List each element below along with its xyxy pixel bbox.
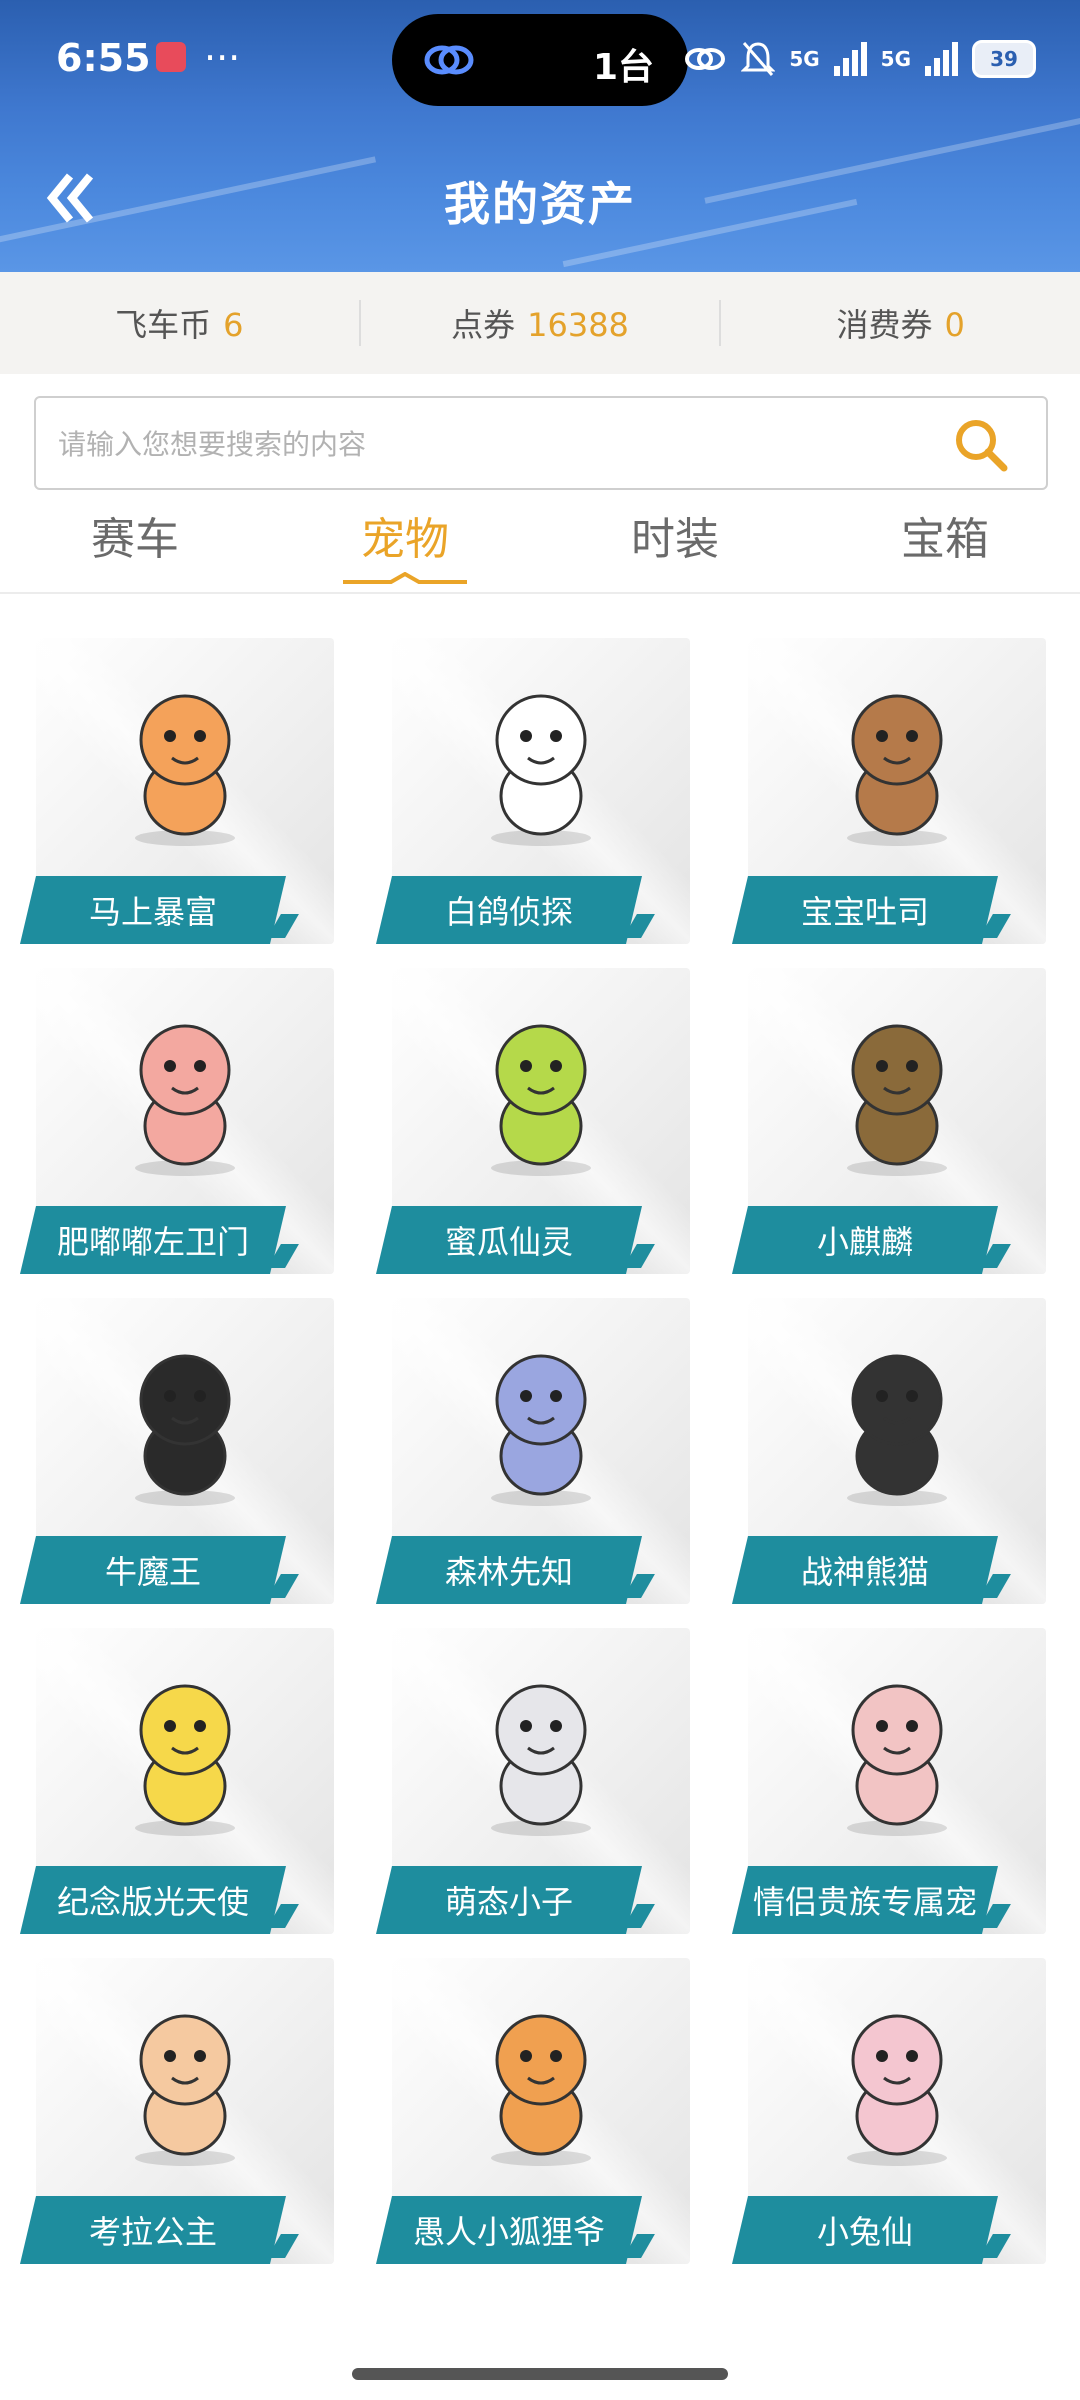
signal-bars-1-icon xyxy=(833,42,867,76)
notification-app-icon xyxy=(156,42,186,72)
qilin-icon xyxy=(847,1024,947,1176)
signal-bars-2-icon xyxy=(925,42,958,76)
tab-label: 赛车 xyxy=(91,514,179,565)
tab-pets[interactable]: 宠物 xyxy=(270,500,540,592)
network-type-2: 5G xyxy=(880,47,911,71)
pet-name-label: 情侣贵族专属宠 xyxy=(732,1866,998,1934)
currency-bar: 飞车币 6 点券 16388 消费券 0 xyxy=(0,272,1080,374)
bull-demon-icon xyxy=(135,1354,235,1506)
fox-icon xyxy=(491,2014,591,2166)
island-count: 1台 xyxy=(592,47,654,88)
more-notifications-icon: ··· xyxy=(204,36,241,80)
header: 6:55 ··· 1台 5G 5G 39 我的资产 xyxy=(0,0,1080,272)
pet-name-label: 牛魔王 xyxy=(20,1536,286,1604)
tab-label: 时装 xyxy=(631,514,719,565)
dynamic-island[interactable]: 1台 xyxy=(392,14,688,106)
currency-value: 0 xyxy=(944,306,965,344)
active-tab-indicator xyxy=(343,572,467,584)
pet-name-label: 小麒麟 xyxy=(732,1206,998,1274)
pet-name-label: 考拉公主 xyxy=(20,2196,286,2264)
home-indicator[interactable] xyxy=(352,2368,728,2380)
currency-label: 点券 xyxy=(451,306,516,344)
page-title: 我的资产 xyxy=(444,177,636,231)
currency-consume-coupon: 消费券 0 xyxy=(721,300,1080,346)
pet-name-label: 肥嘟嘟左卫门 xyxy=(20,1206,286,1274)
category-tabs: 赛车 宠物 时装 宝箱 xyxy=(0,500,1080,592)
tab-label: 宠物 xyxy=(361,514,449,565)
forest-cat-icon xyxy=(491,1354,591,1506)
tab-cars[interactable]: 赛车 xyxy=(0,500,270,592)
currency-label: 飞车币 xyxy=(115,306,212,344)
pet-name-label: 蜜瓜仙灵 xyxy=(376,1206,642,1274)
currency-label: 消费券 xyxy=(836,306,933,344)
link-status-icon xyxy=(685,48,726,70)
pony-icon xyxy=(135,694,235,846)
pet-name-label: 森林先知 xyxy=(376,1536,642,1604)
mute-bell-icon xyxy=(741,42,776,76)
pet-name-label: 萌态小子 xyxy=(376,1866,642,1934)
status-time: 6:55 xyxy=(56,36,151,80)
pigeon-detective-icon xyxy=(491,694,591,846)
search-input[interactable] xyxy=(56,398,940,490)
tab-divider xyxy=(0,592,1080,594)
status-bar: 6:55 ··· 1台 5G 5G 39 xyxy=(0,0,1080,120)
status-icons: 5G 5G 39 xyxy=(683,34,1036,84)
sleepy-boy-icon xyxy=(491,1684,591,1836)
network-type-1: 5G xyxy=(789,47,820,71)
pet-name-label: 小兔仙 xyxy=(732,2196,998,2264)
currency-feiche-coin: 飞车币 6 xyxy=(0,300,359,346)
currency-value: 6 xyxy=(223,306,244,344)
search-icon[interactable] xyxy=(952,416,1010,474)
search-box xyxy=(34,396,1048,490)
panda-icon xyxy=(847,1354,947,1506)
pet-name-label: 纪念版光天使 xyxy=(20,1866,286,1934)
battery-level: 39 xyxy=(990,47,1018,71)
battery-icon: 39 xyxy=(972,40,1036,78)
currency-value: 16388 xyxy=(527,306,629,344)
pet-name-label: 白鸽侦探 xyxy=(376,876,642,944)
melon-icon xyxy=(491,1024,591,1176)
koala-icon xyxy=(135,2014,235,2166)
pet-name-label: 马上暴富 xyxy=(20,876,286,944)
tab-label: 宝箱 xyxy=(901,514,989,565)
rabbit-icon xyxy=(847,2014,947,2166)
pet-name-label: 愚人小狐狸爷 xyxy=(376,2196,642,2264)
link-icon xyxy=(424,45,474,75)
tab-chests[interactable]: 宝箱 xyxy=(810,500,1080,592)
girl-icon xyxy=(847,1684,947,1836)
pet-name-label: 宝宝吐司 xyxy=(732,876,998,944)
pet-name-label: 战神熊猫 xyxy=(732,1536,998,1604)
tab-fashion[interactable]: 时装 xyxy=(540,500,810,592)
toast-icon xyxy=(847,694,947,846)
pig-icon xyxy=(135,1024,235,1176)
currency-voucher: 点券 16388 xyxy=(361,300,720,346)
angel-icon xyxy=(135,1684,235,1836)
